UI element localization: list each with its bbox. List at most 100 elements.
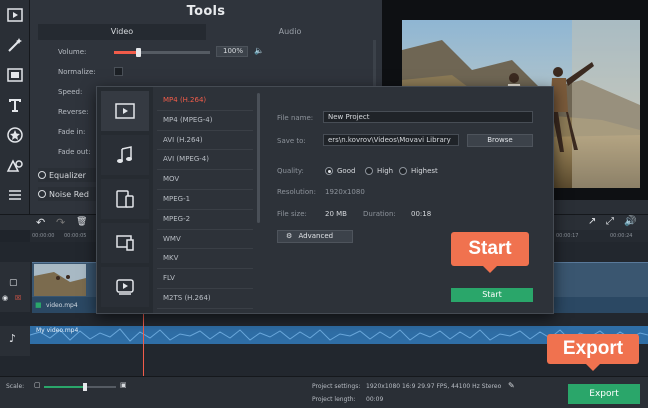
menu-icon[interactable] — [0, 180, 30, 210]
delete-icon[interactable]: 🗑 — [76, 217, 87, 227]
edit-pencil-icon[interactable]: ✎ — [508, 381, 515, 390]
quality-high-radio[interactable] — [365, 167, 373, 175]
zoom-in-icon[interactable]: ▣ — [120, 381, 127, 389]
quality-high-label: High — [377, 167, 394, 175]
speaker-icon[interactable]: 🔈 — [254, 46, 264, 55]
equalizer-icon — [38, 171, 46, 179]
format-item[interactable]: MPEG-1 — [157, 190, 253, 210]
format-item[interactable]: MOV — [157, 170, 253, 190]
video-file-icon — [115, 103, 135, 119]
format-item[interactable]: MP4 (H.264) — [157, 91, 253, 111]
clip-audio-icon: ■ — [35, 301, 42, 309]
speed-label: Speed: — [58, 88, 83, 96]
zoom-out-icon[interactable]: ▢ — [34, 381, 41, 389]
category-video[interactable] — [101, 91, 149, 131]
gear-icon: ⚙ — [286, 232, 293, 240]
eye-icon[interactable]: ◉ — [2, 294, 8, 302]
start-callout: Start — [451, 232, 529, 273]
equalizer-option[interactable]: Equalizer — [38, 168, 98, 182]
tools-tabs: Video Audio — [38, 24, 374, 40]
scale-slider-handle[interactable] — [83, 383, 87, 391]
category-audio[interactable] — [101, 135, 149, 175]
undo-icon[interactable]: ↶ — [36, 216, 45, 229]
status-bar: Scale: ▢ ▣ Project settings: 1920x1080 1… — [0, 376, 648, 408]
tools-title: Tools — [186, 4, 226, 19]
ruler-tick: 00:00:00 — [32, 233, 55, 239]
file-size-label: File size: — [277, 210, 307, 218]
quality-label: Quality: — [277, 167, 304, 175]
volume-icon[interactable]: 🔊 — [624, 216, 636, 227]
save-to-input[interactable]: ers\n.kovrov\Videos\Movavi Library — [323, 134, 459, 146]
project-length-label: Project length: — [312, 396, 356, 403]
scale-slider-fill — [44, 386, 84, 388]
resolution-value: 1920x1080 — [325, 188, 365, 196]
export-button[interactable]: Export — [568, 384, 640, 404]
detach-icon[interactable]: ↗ — [588, 216, 596, 227]
music-icon — [117, 146, 132, 163]
tab-audio[interactable]: Audio — [206, 24, 374, 40]
normalize-label: Normalize: — [58, 68, 96, 76]
stickers-icon[interactable] — [0, 120, 30, 150]
mute-icon[interactable]: ☒ — [15, 294, 21, 302]
fade-in-label: Fade in: — [58, 128, 86, 136]
duration-label: Duration: — [363, 210, 396, 218]
import-icon[interactable] — [0, 0, 30, 30]
format-list: MP4 (H.264) MP4 (MPEG-4) AVI (H.264) AVI… — [157, 91, 253, 309]
noise-reduction-option[interactable]: Noise Red — [38, 187, 98, 201]
youtube-icon — [116, 279, 134, 295]
resolution-label: Resolution: — [277, 188, 316, 196]
scale-label: Scale: — [6, 383, 25, 390]
format-item[interactable]: WMV — [157, 230, 253, 250]
transitions-icon[interactable] — [0, 150, 30, 180]
redo-icon[interactable]: ↷ — [56, 216, 65, 229]
category-online[interactable] — [101, 267, 149, 307]
volume-value[interactable]: 100% — [216, 46, 248, 57]
export-categories — [97, 87, 153, 313]
reverse-label: Reverse: — [58, 108, 89, 116]
browse-button[interactable]: Browse — [467, 134, 533, 147]
ruler-tick: 00:00:05 — [64, 233, 87, 239]
normalize-checkbox[interactable] — [114, 67, 123, 76]
filters-icon[interactable] — [0, 60, 30, 90]
format-item[interactable]: AVI (H.264) — [157, 131, 253, 151]
volume-slider-handle[interactable] — [136, 48, 141, 57]
advanced-label: Advanced — [298, 232, 334, 240]
quality-good-label: Good — [337, 167, 356, 175]
format-item[interactable]: AVI (MPEG-4) — [157, 150, 253, 171]
devices-icon — [116, 190, 134, 208]
audio-track-header: ♪ — [0, 326, 30, 356]
category-tv[interactable] — [101, 223, 149, 263]
fullscreen-icon[interactable]: ⤢ — [606, 216, 614, 227]
noise-reduction-label: Noise Red — [49, 189, 89, 199]
noise-reduction-icon — [38, 190, 46, 198]
clip-thumbnail — [34, 264, 86, 296]
file-name-label: File name: — [277, 114, 314, 122]
project-length-value: 00:09 — [366, 396, 384, 403]
save-to-label: Save to: — [277, 137, 306, 145]
format-list-scrollbar[interactable] — [257, 93, 260, 223]
video-track-header: ▢ ◉ ☒ — [0, 262, 30, 312]
format-item[interactable]: M2TS (H.264) — [157, 289, 253, 309]
quality-highest-radio[interactable] — [399, 167, 407, 175]
format-item[interactable]: FLV — [157, 269, 253, 289]
duration-value: 00:18 — [411, 210, 432, 218]
file-name-input[interactable]: New Project — [323, 111, 533, 123]
quality-good-radio[interactable] — [325, 167, 333, 175]
ruler-tick: 00:00:24 — [610, 233, 633, 239]
format-item[interactable]: MP4 (MPEG-4) — [157, 111, 253, 131]
equalizer-label: Equalizer — [49, 170, 86, 180]
format-item[interactable]: MKV — [157, 249, 253, 270]
tv-icon — [116, 235, 134, 251]
ruler-tick: 00:00:17 — [556, 233, 579, 239]
audio-clip-label: My video.mp4 — [36, 327, 79, 334]
start-button[interactable]: Start — [451, 288, 533, 302]
format-item[interactable]: MPEG-2 — [157, 210, 253, 230]
left-toolbar — [0, 0, 30, 214]
fade-out-label: Fade out: — [58, 148, 91, 156]
category-devices[interactable] — [101, 179, 149, 219]
magic-wand-icon[interactable] — [0, 30, 30, 60]
titles-icon[interactable] — [0, 90, 30, 120]
advanced-button[interactable]: ⚙ Advanced — [277, 230, 353, 243]
tab-video[interactable]: Video — [38, 24, 206, 40]
project-settings-label: Project settings: — [312, 383, 361, 390]
